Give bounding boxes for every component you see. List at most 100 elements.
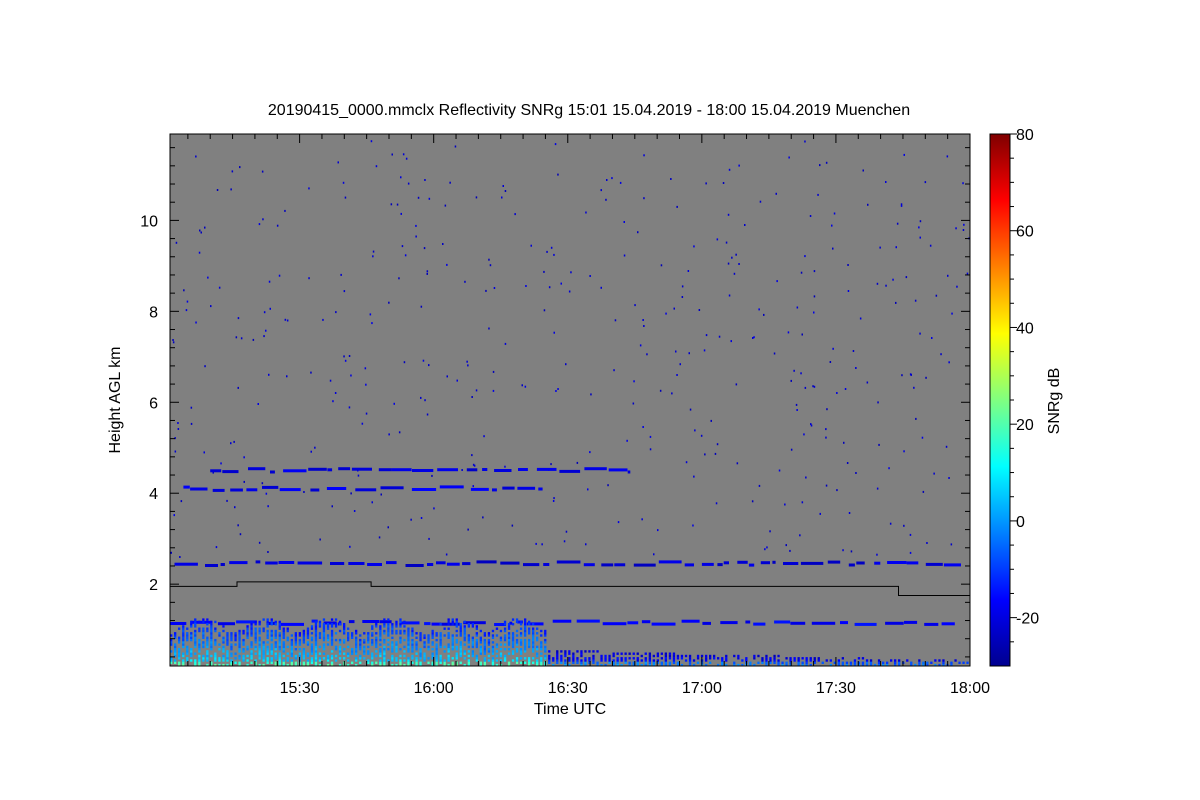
surface-echo-cell: [463, 629, 466, 633]
noise-speckle: [190, 406, 193, 409]
surface-echo-cell: [552, 659, 555, 662]
noise-speckle: [877, 401, 879, 404]
surface-echo-cell: [564, 654, 567, 658]
surface-echo-cell: [487, 638, 491, 642]
y-tick-label: 4: [149, 486, 158, 503]
surface-echo-cell: [737, 654, 740, 658]
noise-speckle: [848, 512, 851, 514]
noise-speckle: [730, 340, 732, 343]
surface-echo-cell: [363, 638, 366, 642]
surface-echo-cell: [419, 648, 422, 651]
surface-echo-cell: [210, 645, 213, 649]
surface-echo-cell: [326, 654, 330, 658]
surface-echo-cell: [178, 641, 181, 644]
surface-echo-cell: [507, 661, 511, 664]
surface-echo-cell: [198, 629, 201, 633]
echo-segment: [608, 468, 628, 472]
surface-echo-cell: [479, 650, 482, 653]
colorbar-tick-label: 80: [1016, 127, 1034, 144]
surface-echo-cell: [262, 629, 265, 633]
surface-echo-cell: [202, 629, 205, 633]
surface-echo-cell: [544, 638, 547, 642]
noise-speckle: [428, 197, 431, 200]
surface-echo-cell: [604, 657, 607, 660]
noise-speckle: [752, 337, 754, 339]
surface-echo-cell: [363, 645, 366, 649]
surface-echo-cell: [379, 636, 382, 639]
surface-echo-cell: [226, 654, 229, 658]
echo-segment: [262, 485, 279, 489]
noise-speckle: [337, 161, 339, 164]
surface-echo-cell: [234, 632, 237, 635]
surface-echo-cell: [254, 634, 257, 637]
surface-echo-cell: [455, 657, 458, 660]
surface-echo-cell: [524, 638, 527, 642]
surface-echo-cell: [226, 659, 229, 662]
surface-echo-cell: [507, 627, 511, 630]
surface-echo-cell: [648, 657, 651, 660]
surface-echo-cell: [338, 638, 342, 642]
surface-echo-cell: [479, 641, 482, 644]
surface-echo-cell: [395, 641, 398, 644]
surface-echo-cell: [182, 641, 185, 644]
surface-echo-cell: [254, 648, 257, 651]
surface-echo-cell: [338, 623, 342, 626]
surface-echo-cell: [218, 643, 221, 646]
surface-echo-cell: [809, 657, 812, 660]
noise-speckle: [910, 373, 912, 376]
surface-echo-cell: [250, 652, 253, 655]
surface-echo-cell: [246, 636, 249, 639]
noise-speckle: [400, 176, 402, 179]
surface-echo-cell: [214, 643, 217, 646]
noise-speckle: [962, 182, 964, 185]
noise-speckle: [303, 491, 305, 493]
noise-speckle: [919, 220, 922, 223]
echo-segment: [246, 488, 258, 492]
echo-segment: [492, 488, 497, 492]
surface-echo-cell: [262, 657, 265, 660]
surface-echo-cell: [483, 661, 486, 664]
surface-echo-cell: [664, 652, 667, 655]
surface-echo-cell: [270, 634, 273, 637]
surface-echo-cell: [524, 618, 527, 621]
surface-echo-cell: [286, 659, 289, 662]
noise-speckle: [257, 403, 259, 405]
surface-echo-cell: [274, 657, 277, 660]
noise-speckle: [855, 367, 857, 369]
surface-echo-cell: [246, 627, 249, 630]
noise-speckle: [796, 409, 798, 411]
noise-speckle: [198, 251, 201, 254]
surface-echo-cell: [326, 636, 330, 639]
surface-echo-cell: [222, 659, 225, 662]
surface-echo-cell: [355, 648, 358, 651]
surface-echo-cell: [282, 636, 285, 639]
surface-echo-cell: [190, 650, 193, 653]
surface-echo-cell: [178, 661, 181, 664]
surface-echo-cell: [222, 638, 225, 642]
noise-speckle: [955, 227, 957, 230]
surface-echo-cell: [174, 650, 177, 653]
surface-echo-cell: [194, 625, 197, 628]
surface-echo-cell: [684, 654, 688, 658]
surface-echo-cell: [511, 618, 515, 621]
surface-echo-cell: [302, 632, 305, 635]
surface-echo-cell: [725, 657, 728, 660]
noise-speckle: [605, 198, 607, 201]
surface-echo-cell: [660, 652, 663, 655]
surface-echo-cell: [463, 636, 466, 639]
noise-speckle: [725, 241, 728, 244]
noise-speckle: [514, 213, 516, 216]
surface-echo-cell: [351, 636, 354, 639]
surface-echo-cell: [560, 657, 563, 660]
surface-echo-cell: [310, 661, 314, 664]
surface-echo-cell: [198, 654, 201, 658]
surface-echo-cell: [250, 643, 253, 646]
noise-speckle: [543, 270, 545, 273]
echo-segment: [641, 620, 651, 624]
surface-echo-cell: [198, 627, 201, 630]
surface-echo-cell: [391, 650, 394, 653]
surface-echo-cell: [274, 632, 277, 635]
noise-speckle: [718, 335, 721, 338]
surface-echo-cell: [334, 618, 338, 621]
noise-speckle: [172, 341, 175, 344]
